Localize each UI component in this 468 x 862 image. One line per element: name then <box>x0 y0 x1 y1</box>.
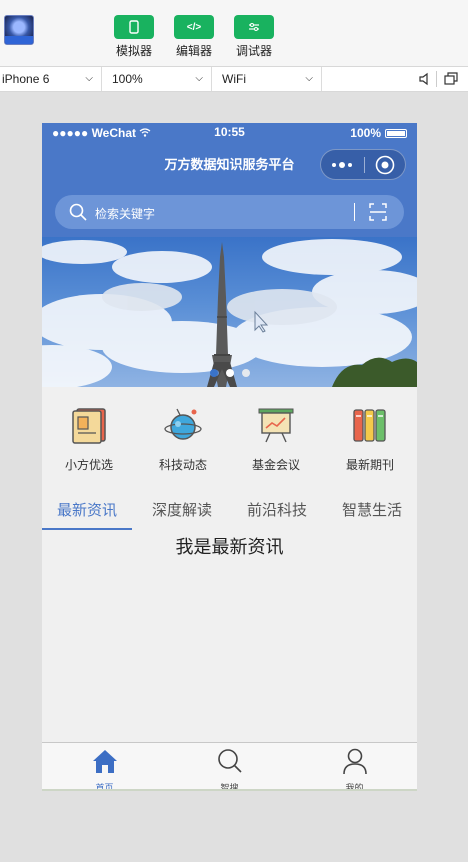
window-icon[interactable] <box>443 71 459 87</box>
book-icon <box>72 408 106 444</box>
debug-icon <box>234 15 274 39</box>
planet-icon <box>164 408 202 440</box>
eiffel-tower-image <box>42 239 417 387</box>
editor-label: 编辑器 <box>175 44 212 58</box>
simulator-toolbar: 模拟器 </> 编辑器 调试器 <box>0 0 468 66</box>
tab-frontier-tech[interactable]: 前沿科技 <box>232 493 322 529</box>
zoom-value: 100% <box>112 72 143 86</box>
tab-in-depth[interactable]: 深度解读 <box>137 493 227 529</box>
tab-underline <box>42 528 132 530</box>
search-placeholder: 检索关键字 <box>95 207 156 221</box>
code-icon: </> <box>174 15 214 39</box>
menu-capsule <box>320 149 406 180</box>
network-value: WiFi <box>222 72 246 86</box>
chevron-down-icon: ⌵ <box>195 73 203 84</box>
close-target-icon[interactable] <box>375 155 395 175</box>
search-icon <box>69 203 87 221</box>
carousel-dot[interactable] <box>210 369 218 377</box>
grid-item-xiaofang[interactable]: 小方优选 <box>42 387 136 473</box>
grid-item-tech-news[interactable]: 科技动态 <box>136 387 230 473</box>
bottom-tab-bar: 首页 智搜 我的 <box>42 742 417 790</box>
search-divider <box>354 203 355 221</box>
chevron-down-icon: ⌵ <box>85 73 93 84</box>
scan-icon[interactable] <box>369 203 387 221</box>
grid-label: 最新期刊 <box>345 458 394 472</box>
search-icon <box>217 749 242 773</box>
tabbar-home[interactable]: 首页 <box>42 745 167 790</box>
avatar[interactable] <box>4 15 34 45</box>
debugger-label: 调试器 <box>235 44 272 58</box>
zoom-select[interactable]: 100% ⌵ <box>102 67 212 91</box>
battery-icon <box>385 128 407 138</box>
phone-icon <box>114 15 154 39</box>
battery-percent: 100% <box>350 126 381 140</box>
carousel-dot[interactable] <box>242 369 250 377</box>
feature-grid: 小方优选 科技动态 基金会议 最新期刊 <box>42 387 417 479</box>
news-tabs: 最新资讯 深度解读 前沿科技 智慧生活 <box>42 493 417 531</box>
home-icon <box>92 750 117 773</box>
divider <box>436 71 437 87</box>
device-select[interactable]: iPhone 6 ⌵ <box>0 67 102 91</box>
grid-label: 科技动态 <box>158 458 207 472</box>
grid-item-fund-meeting[interactable]: 基金会议 <box>229 387 323 473</box>
chevron-down-icon: ⌵ <box>305 73 313 84</box>
phone-screen: ●●●●● WeChat 10:55 100% 万方数据知识服务平台 检索关键字… <box>42 123 417 790</box>
carousel-dot[interactable] <box>226 369 234 377</box>
grid-label: 基金会议 <box>251 458 300 472</box>
device-value: iPhone 6 <box>2 72 50 86</box>
grid-label: 小方优选 <box>64 458 113 472</box>
battery-indicator: 100% <box>350 126 407 140</box>
tabbar-search[interactable]: 智搜 <box>167 745 292 790</box>
simulator-label: 模拟器 <box>115 44 152 58</box>
more-icon[interactable] <box>331 159 355 171</box>
device-bar: iPhone 6 ⌵ 100% ⌵ WiFi ⌵ <box>0 66 468 92</box>
presentation-icon <box>258 408 294 443</box>
network-select[interactable]: WiFi ⌵ <box>212 67 322 91</box>
phone-bottom-edge <box>42 789 417 791</box>
journals-icon <box>353 409 386 442</box>
status-bar: ●●●●● WeChat 10:55 100% <box>42 123 417 143</box>
tabbar-profile[interactable]: 我的 <box>292 745 417 790</box>
banner-carousel[interactable] <box>42 237 417 387</box>
volume-icon[interactable] <box>417 71 433 87</box>
debugger-button[interactable]: 调试器 <box>233 15 275 59</box>
grid-item-journals[interactable]: 最新期刊 <box>323 387 417 473</box>
editor-button[interactable]: </> 编辑器 <box>173 15 215 59</box>
capsule-divider <box>364 157 365 173</box>
tab-content-text: 我是最新资讯 <box>175 537 284 557</box>
simulator-button[interactable]: 模拟器 <box>113 15 155 59</box>
user-icon <box>342 748 367 775</box>
tab-latest-news[interactable]: 最新资讯 <box>42 493 132 529</box>
search-bar[interactable]: 检索关键字 <box>55 195 404 229</box>
tab-smart-life[interactable]: 智慧生活 <box>327 493 417 529</box>
